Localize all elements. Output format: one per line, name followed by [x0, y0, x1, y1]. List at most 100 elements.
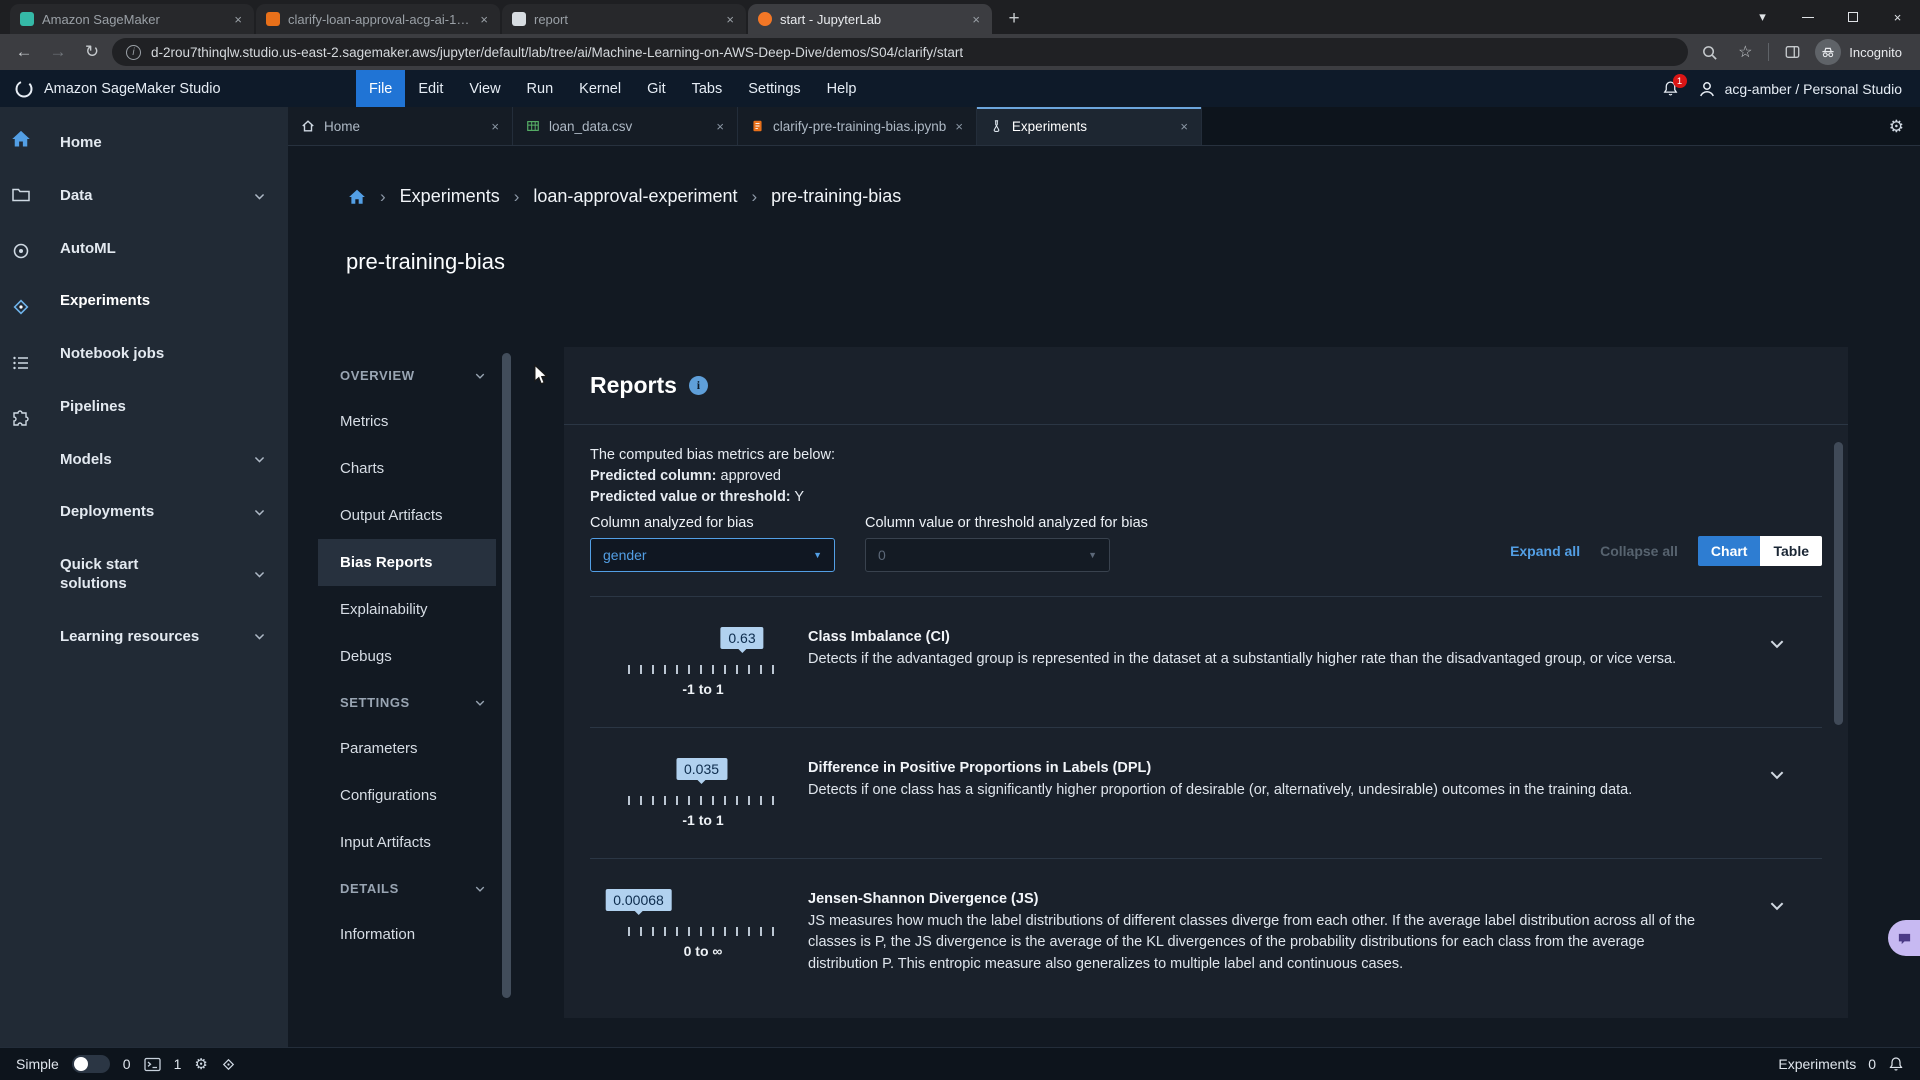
- gear-icon[interactable]: ⚙: [194, 1055, 207, 1073]
- sidebar-item-notebook-jobs[interactable]: Notebook jobs: [48, 328, 288, 381]
- tab-close-icon[interactable]: ×: [955, 119, 963, 134]
- maximize-button[interactable]: [1830, 0, 1875, 34]
- menu-settings[interactable]: Settings: [735, 70, 813, 107]
- menu-run[interactable]: Run: [514, 70, 567, 107]
- simple-mode-toggle[interactable]: [72, 1055, 110, 1073]
- sidebar-item-automl[interactable]: AutoML: [48, 223, 288, 276]
- new-tab-button[interactable]: +: [1000, 5, 1028, 33]
- forward-icon[interactable]: →: [44, 42, 72, 62]
- studio-brand-label: Amazon SageMaker Studio: [44, 81, 221, 97]
- subnav-item-bias-reports[interactable]: Bias Reports: [318, 539, 496, 586]
- sidebar-item-label: Deployments: [60, 503, 154, 522]
- tab-close-icon[interactable]: ×: [232, 12, 244, 27]
- doc-tab-home[interactable]: Home ×: [288, 107, 513, 145]
- chat-button[interactable]: [1888, 920, 1920, 956]
- bias-value-select[interactable]: 0 ▼: [865, 538, 1110, 572]
- menu-view[interactable]: View: [456, 70, 513, 107]
- url-text[interactable]: d-2rou7thinqlw.studio.us-east-2.sagemake…: [151, 45, 963, 60]
- subnav-section-settings[interactable]: SETTINGS: [318, 680, 496, 725]
- statusbar-experiments-label[interactable]: Experiments: [1778, 1056, 1856, 1072]
- tab-close-icon[interactable]: ×: [716, 119, 724, 134]
- tab-close-icon[interactable]: ×: [491, 119, 499, 134]
- list-icon[interactable]: [11, 353, 31, 373]
- subnav-item-output-artifacts[interactable]: Output Artifacts: [318, 492, 496, 539]
- extensions-puzzle-icon[interactable]: [11, 409, 31, 429]
- gear-icon[interactable]: ⚙: [1889, 107, 1904, 146]
- tab-close-icon[interactable]: ×: [1180, 119, 1188, 134]
- sidebar-item-deployments[interactable]: Deployments: [48, 486, 288, 539]
- browser-tab-report[interactable]: report ×: [502, 4, 746, 34]
- terminal-icon[interactable]: [144, 1057, 161, 1072]
- browser-tab-sagemaker[interactable]: Amazon SageMaker ×: [10, 4, 254, 34]
- sidebar-item-quick-start[interactable]: Quick start solutions: [48, 539, 288, 611]
- tab-close-icon[interactable]: ×: [970, 12, 982, 27]
- subnav-item-metrics[interactable]: Metrics: [318, 398, 496, 445]
- info-icon[interactable]: i: [689, 376, 708, 395]
- menu-edit[interactable]: Edit: [405, 70, 456, 107]
- expand-all-button[interactable]: Expand all: [1510, 543, 1580, 559]
- sidebar-item-home[interactable]: Home: [48, 117, 288, 170]
- chevron-down-icon: [474, 697, 486, 709]
- subnav-item-configurations[interactable]: Configurations: [318, 772, 496, 819]
- tab-search-icon[interactable]: ▾: [1740, 0, 1785, 34]
- close-window-button[interactable]: ×: [1875, 0, 1920, 34]
- sidebar-item-data[interactable]: Data: [48, 170, 288, 223]
- menu-kernel[interactable]: Kernel: [566, 70, 634, 107]
- site-info-icon[interactable]: i: [126, 45, 141, 60]
- reports-scrollbar[interactable]: [1834, 442, 1843, 725]
- folder-icon[interactable]: [11, 185, 31, 205]
- collapse-all-button[interactable]: Collapse all: [1600, 543, 1678, 559]
- chevron-down-icon[interactable]: [1768, 766, 1786, 784]
- sidebar-item-learning-resources[interactable]: Learning resources: [48, 611, 288, 664]
- minimize-button[interactable]: [1785, 0, 1830, 34]
- subnav-item-input-artifacts[interactable]: Input Artifacts: [318, 819, 496, 866]
- subnav-section-overview[interactable]: OVERVIEW: [318, 353, 496, 398]
- incognito-indicator[interactable]: Incognito: [1813, 39, 1910, 65]
- bias-column-select[interactable]: gender ▼: [590, 538, 835, 572]
- subnav-section-details[interactable]: DETAILS: [318, 866, 496, 911]
- sidebar-item-models[interactable]: Models: [48, 434, 288, 487]
- sidebar-item-pipelines[interactable]: Pipelines: [48, 381, 288, 434]
- bell-icon[interactable]: [1888, 1056, 1904, 1072]
- tab-close-icon[interactable]: ×: [478, 12, 490, 27]
- browser-tab-jupyterlab[interactable]: start - JupyterLab ×: [748, 4, 992, 34]
- home-icon[interactable]: [348, 188, 366, 206]
- subnav-item-information[interactable]: Information: [318, 911, 496, 958]
- menu-help[interactable]: Help: [814, 70, 870, 107]
- reload-icon[interactable]: ↻: [78, 42, 106, 62]
- side-panel-icon[interactable]: [1777, 44, 1807, 60]
- chevron-down-icon[interactable]: [1768, 635, 1786, 653]
- breadcrumb-experiments[interactable]: Experiments: [400, 186, 500, 207]
- account-menu[interactable]: acg-amber / Personal Studio: [1697, 79, 1902, 99]
- subnav-item-parameters[interactable]: Parameters: [318, 725, 496, 772]
- automl-icon[interactable]: [11, 241, 31, 261]
- breadcrumb-experiment-name[interactable]: loan-approval-experiment: [533, 186, 737, 207]
- chart-view-button[interactable]: Chart: [1698, 536, 1761, 566]
- menu-file[interactable]: File: [356, 70, 405, 107]
- subnav-item-debugs[interactable]: Debugs: [318, 633, 496, 680]
- tab-close-icon[interactable]: ×: [724, 12, 736, 27]
- table-view-button[interactable]: Table: [1760, 536, 1822, 566]
- subnav-item-charts[interactable]: Charts: [318, 445, 496, 492]
- home-icon[interactable]: [11, 129, 31, 149]
- menu-git[interactable]: Git: [634, 70, 679, 107]
- browser-tab-clarify[interactable]: clarify-loan-approval-acg-ai-122 ×: [256, 4, 500, 34]
- doc-tab-loan-data[interactable]: loan_data.csv ×: [513, 107, 738, 145]
- doc-tab-experiments[interactable]: Experiments ×: [977, 107, 1202, 145]
- address-bar[interactable]: i d-2rou7thinqlw.studio.us-east-2.sagema…: [112, 38, 1688, 66]
- zoom-icon[interactable]: [1694, 44, 1724, 61]
- bookmark-star-icon[interactable]: ☆: [1730, 42, 1760, 62]
- metric-expand[interactable]: [1742, 627, 1812, 697]
- experiments-diamond-icon[interactable]: [11, 297, 31, 317]
- chevron-down-icon[interactable]: [1768, 897, 1786, 915]
- menu-tabs[interactable]: Tabs: [679, 70, 736, 107]
- incognito-avatar-icon: [1815, 39, 1841, 65]
- metric-expand[interactable]: [1742, 758, 1812, 828]
- metric-expand[interactable]: [1742, 889, 1812, 975]
- sidebar-item-experiments[interactable]: Experiments: [48, 275, 288, 328]
- doc-tab-notebook[interactable]: clarify-pre-training-bias.ipynb ×: [738, 107, 977, 145]
- back-icon[interactable]: ←: [10, 42, 38, 62]
- content-scrollbar[interactable]: [502, 353, 511, 998]
- notifications-button[interactable]: 1: [1662, 80, 1679, 97]
- subnav-item-explainability[interactable]: Explainability: [318, 586, 496, 633]
